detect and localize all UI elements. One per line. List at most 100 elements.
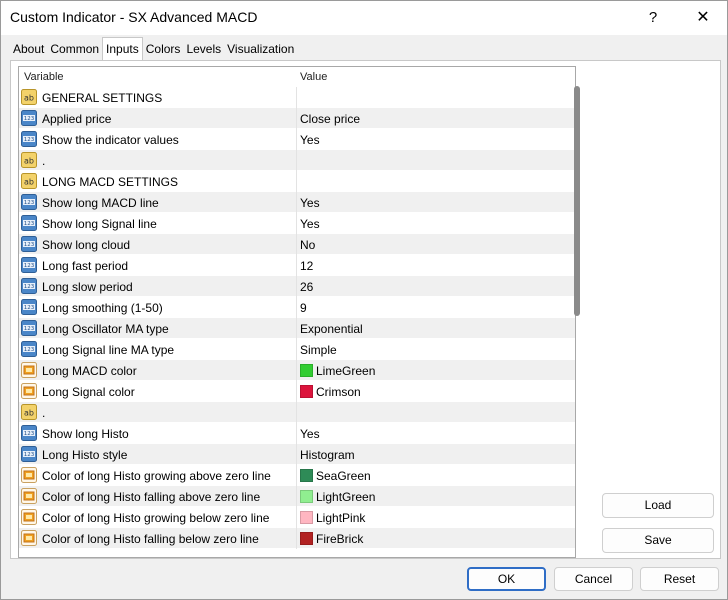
variable-name: Long Histo style [42, 448, 128, 462]
column-divider [296, 87, 297, 108]
variable-name: Show the indicator values [42, 133, 179, 147]
variable-value[interactable]: 9 [300, 301, 307, 315]
variable-name: Long fast period [42, 259, 129, 273]
svg-text:123: 123 [24, 431, 35, 437]
variable-value[interactable]: Exponential [300, 322, 363, 336]
table-row[interactable]: ab LONG MACD SETTINGS [19, 171, 575, 192]
svg-text:123: 123 [24, 137, 35, 143]
variable-value[interactable]: No [300, 238, 315, 252]
variable-value[interactable]: Crimson [316, 385, 361, 399]
load-button[interactable]: Load [602, 493, 714, 518]
tab-bar: About Common Inputs Colors Levels Visualizati… [10, 37, 298, 60]
variable-value[interactable]: LightGreen [316, 490, 375, 504]
title-bar: Custom Indicator - SX Advanced MACD ? ✕ [1, 1, 727, 35]
variable-name: Applied price [42, 112, 112, 126]
dialog-title: Custom Indicator - SX Advanced MACD [10, 9, 258, 25]
table-row[interactable]: 123 Long fast period 12 [19, 255, 575, 276]
variable-value[interactable]: FireBrick [316, 532, 363, 546]
variable-value[interactable]: Yes [300, 196, 320, 210]
variable-value[interactable]: Histogram [300, 448, 355, 462]
variable-value[interactable]: 26 [300, 280, 313, 294]
tab-inputs[interactable]: Inputs [102, 37, 143, 60]
column-divider [296, 192, 297, 213]
cancel-button[interactable]: Cancel [554, 567, 633, 591]
variable-value[interactable]: 12 [300, 259, 313, 273]
numeric-param-icon: 123 [21, 278, 37, 294]
column-divider [296, 234, 297, 255]
variable-value[interactable]: Yes [300, 217, 320, 231]
table-row[interactable]: Color of long Histo falling below zero l… [19, 528, 575, 549]
variable-value[interactable]: Yes [300, 133, 320, 147]
svg-text:123: 123 [24, 221, 35, 227]
tab-levels[interactable]: Levels [183, 39, 225, 59]
svg-text:ab: ab [24, 94, 34, 103]
variable-name: GENERAL SETTINGS [42, 91, 163, 105]
variable-value[interactable]: LightPink [316, 511, 365, 525]
tab-colors[interactable]: Colors [142, 39, 184, 59]
table-row[interactable]: Long Signal color Crimson [19, 381, 575, 402]
column-divider [296, 318, 297, 339]
variable-name: Color of long Histo falling above zero l… [42, 490, 261, 504]
variable-name: . [42, 406, 46, 420]
column-divider [296, 402, 297, 423]
table-row[interactable]: 123 Long smoothing (1-50) 9 [19, 297, 575, 318]
header-value[interactable]: Value [300, 71, 327, 83]
variable-value[interactable]: Simple [300, 343, 337, 357]
tab-visualization[interactable]: Visualization [224, 39, 298, 59]
table-row[interactable]: Color of long Histo growing above zero l… [19, 465, 575, 486]
svg-text:123: 123 [24, 326, 35, 332]
numeric-param-icon: 123 [21, 446, 37, 462]
grid-header: Variable Value [19, 67, 575, 87]
scrollbar-thumb[interactable] [574, 86, 580, 316]
variable-name: Long slow period [42, 280, 133, 294]
table-row[interactable]: 123 Show long Histo Yes [19, 423, 575, 444]
help-button[interactable]: ? [637, 5, 669, 31]
table-row[interactable]: Color of long Histo growing below zero l… [19, 507, 575, 528]
save-button[interactable]: Save [602, 528, 714, 553]
table-row[interactable]: 123 Show the indicator values Yes [19, 129, 575, 150]
table-row[interactable]: 123 Show long Signal line Yes [19, 213, 575, 234]
column-divider [296, 255, 297, 276]
table-row[interactable]: 123 Long slow period 26 [19, 276, 575, 297]
tab-about[interactable]: About [10, 39, 48, 59]
table-row[interactable]: ab. [19, 402, 575, 423]
variable-name: Long smoothing (1-50) [42, 301, 163, 315]
variable-name: Color of long Histo growing above zero l… [42, 469, 271, 483]
variable-value[interactable]: Yes [300, 427, 320, 441]
text-param-icon: ab [21, 89, 37, 105]
variable-value[interactable]: LimeGreen [316, 364, 375, 378]
table-row[interactable]: 123 Applied price Close price [19, 108, 575, 129]
color-swatch [300, 364, 313, 377]
table-row[interactable]: 123 Long Histo style Histogram [19, 444, 575, 465]
variable-value[interactable]: SeaGreen [316, 469, 371, 483]
variable-name: Show long Histo [42, 427, 129, 441]
color-param-icon [21, 488, 37, 504]
color-param-icon [21, 530, 37, 546]
table-row[interactable]: ab GENERAL SETTINGS [19, 87, 575, 108]
tab-common[interactable]: Common [47, 39, 103, 59]
variable-name: Long Signal line MA type [42, 343, 175, 357]
table-row[interactable]: Long MACD color LimeGreen [19, 360, 575, 381]
color-param-icon [21, 509, 37, 525]
table-row[interactable]: 123 Long Oscillator MA type Exponential [19, 318, 575, 339]
table-row[interactable]: Color of long Histo falling above zero l… [19, 486, 575, 507]
text-param-icon: ab [21, 152, 37, 168]
column-divider [296, 423, 297, 444]
column-divider [296, 486, 297, 507]
variable-name: LONG MACD SETTINGS [42, 175, 179, 189]
table-row[interactable]: ab. [19, 150, 575, 171]
reset-button[interactable]: Reset [640, 567, 719, 591]
table-row[interactable]: 123 Show long MACD line Yes [19, 192, 575, 213]
inputs-panel: Variable Value ab GENERAL SETTINGS 123 Appl… [10, 60, 721, 559]
svg-text:123: 123 [24, 263, 35, 269]
svg-text:123: 123 [24, 116, 35, 122]
variable-value[interactable]: Close price [300, 112, 360, 126]
column-divider [296, 108, 297, 129]
table-row[interactable]: 123 Long Signal line MA type Simple [19, 339, 575, 360]
variable-name: Long MACD color [42, 364, 137, 378]
table-row[interactable]: 123 Show long cloud No [19, 234, 575, 255]
numeric-param-icon: 123 [21, 236, 37, 252]
header-variable[interactable]: Variable [24, 71, 64, 83]
close-button[interactable]: ✕ [685, 5, 721, 31]
ok-button[interactable]: OK [467, 567, 546, 591]
